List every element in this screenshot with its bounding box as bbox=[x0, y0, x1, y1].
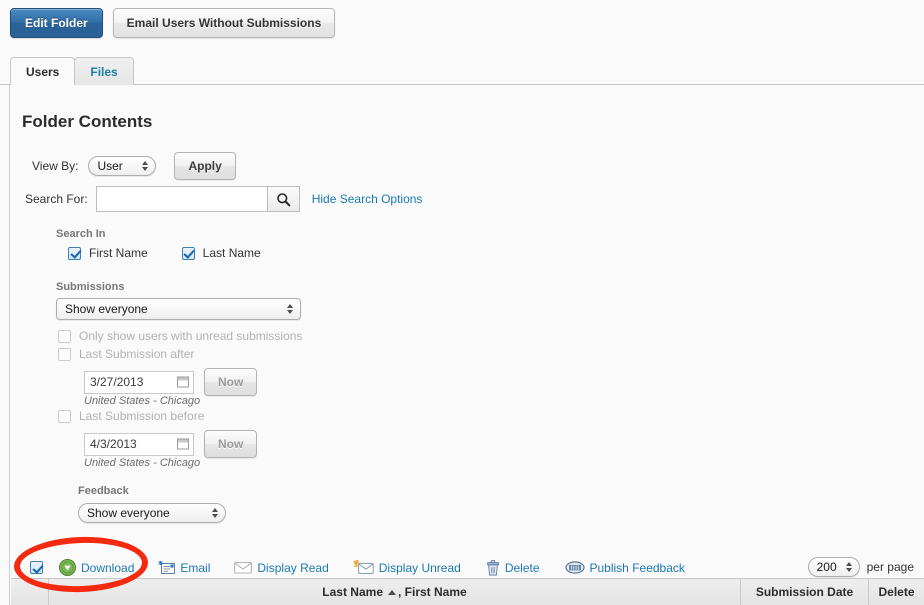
column-header-name[interactable]: Last Name , First Name bbox=[48, 579, 740, 605]
delete-action[interactable]: Delete bbox=[486, 559, 540, 576]
download-action[interactable]: Download bbox=[59, 559, 134, 576]
display-unread-label: Display Unread bbox=[378, 560, 461, 575]
email-users-without-submissions-button[interactable]: Email Users Without Submissions bbox=[112, 8, 336, 38]
search-icon bbox=[276, 192, 291, 206]
column-header-name-sort-label: Last Name bbox=[322, 585, 383, 599]
search-for-label: Search For: bbox=[25, 192, 88, 206]
submissions-select-row: Show everyone bbox=[56, 298, 301, 320]
submissions-select-value: Show everyone bbox=[65, 302, 148, 316]
delete-label: Delete bbox=[504, 560, 540, 575]
feedback-heading: Feedback bbox=[78, 485, 129, 497]
unread-submissions-label: Only show users with unread submissions bbox=[79, 329, 303, 343]
search-button[interactable] bbox=[267, 186, 300, 212]
view-by-select-value: User bbox=[97, 159, 123, 173]
last-submission-after-checkbox[interactable] bbox=[58, 347, 71, 361]
per-page-value: 200 bbox=[816, 560, 837, 574]
unread-only-row: Only show users with unread submissions bbox=[58, 329, 302, 343]
folder-contents-panel: Folder Contents View By: User Apply Sear… bbox=[9, 85, 924, 605]
submissions-heading-row: Submissions bbox=[56, 281, 124, 293]
before-timezone-label: United States - Chicago bbox=[84, 457, 201, 469]
calendar-icon[interactable] bbox=[177, 376, 189, 388]
search-row: Search For: Hide Search Options bbox=[25, 186, 422, 212]
search-in-options-row: First Name Last Name bbox=[68, 246, 261, 260]
top-action-bar: Edit Folder Email Users Without Submissi… bbox=[10, 8, 336, 38]
publish-feedback-label: Publish Feedback bbox=[589, 560, 685, 575]
feedback-heading-row: Feedback bbox=[78, 485, 129, 497]
stepper-arrows-icon bbox=[845, 562, 852, 572]
before-date-input[interactable]: 4/3/2013 bbox=[84, 432, 194, 456]
last-name-checkbox[interactable] bbox=[181, 246, 195, 260]
edit-folder-button[interactable]: Edit Folder bbox=[10, 8, 103, 38]
envelope-unread-icon bbox=[353, 560, 374, 574]
display-read-label: Display Read bbox=[257, 560, 329, 575]
hide-search-options-link[interactable]: Hide Search Options bbox=[312, 192, 423, 206]
search-in-heading: Search In bbox=[56, 228, 106, 240]
after-date-input[interactable]: 3/27/2013 bbox=[84, 370, 194, 394]
column-header-select bbox=[11, 579, 48, 605]
column-header-submission-date[interactable]: Submission Date bbox=[740, 579, 868, 605]
envelope-open-icon bbox=[234, 562, 253, 574]
page-title: Folder Contents bbox=[22, 112, 153, 131]
column-header-submission-date-label: Submission Date bbox=[755, 585, 854, 599]
search-in-heading-row: Search In bbox=[56, 228, 106, 240]
stepper-arrows-icon bbox=[212, 508, 218, 518]
apply-button[interactable]: Apply bbox=[174, 152, 236, 180]
publish-feedback-icon bbox=[564, 561, 585, 574]
stepper-arrows-icon bbox=[142, 161, 149, 171]
first-name-label: First Name bbox=[89, 246, 148, 260]
email-new-icon bbox=[158, 560, 176, 574]
feedback-select[interactable]: Show everyone bbox=[78, 503, 226, 523]
before-now-button[interactable]: Now bbox=[204, 430, 258, 458]
display-read-action[interactable]: Display Read bbox=[234, 560, 329, 575]
view-by-row: View By: User Apply bbox=[32, 152, 236, 180]
after-timezone-label: United States - Chicago bbox=[84, 395, 201, 407]
feedback-select-row: Show everyone bbox=[78, 503, 226, 523]
download-label: Download bbox=[81, 560, 135, 575]
last-submission-before-row: Last Submission before bbox=[58, 409, 204, 423]
unread-submissions-checkbox[interactable] bbox=[58, 329, 71, 343]
search-input[interactable] bbox=[95, 186, 268, 212]
publish-feedback-action[interactable]: Publish Feedback bbox=[564, 560, 685, 575]
tab-files[interactable]: Files bbox=[74, 57, 134, 85]
last-submission-before-checkbox[interactable] bbox=[58, 409, 71, 423]
submissions-select[interactable]: Show everyone bbox=[56, 298, 301, 320]
column-header-delete-label: Delete bbox=[878, 585, 915, 599]
after-now-button[interactable]: Now bbox=[204, 368, 258, 396]
calendar-icon[interactable] bbox=[177, 438, 189, 450]
per-page-control: 200 per page bbox=[807, 557, 914, 577]
select-all-checkbox[interactable] bbox=[30, 561, 43, 574]
last-submission-after-row: Last Submission after bbox=[58, 347, 194, 361]
view-by-select[interactable]: User bbox=[88, 156, 157, 176]
email-action[interactable]: Email bbox=[158, 560, 211, 575]
before-date-row: 4/3/2013 Now bbox=[84, 430, 258, 458]
display-unread-action[interactable]: Display Unread bbox=[353, 560, 461, 575]
feedback-select-value: Show everyone bbox=[87, 506, 170, 520]
last-submission-after-label: Last Submission after bbox=[79, 347, 195, 361]
last-name-label: Last Name bbox=[202, 246, 261, 260]
before-date-value: 4/3/2013 bbox=[90, 437, 137, 451]
results-table-header: Last Name , First Name Submission Date D… bbox=[11, 578, 924, 605]
column-header-name-rest: , First Name bbox=[398, 585, 467, 599]
email-label: Email bbox=[180, 560, 211, 575]
last-submission-before-label: Last Submission before bbox=[79, 409, 205, 423]
before-timezone-row: United States - Chicago bbox=[84, 457, 200, 469]
tab-bar: Users Files bbox=[10, 57, 134, 86]
after-timezone-row: United States - Chicago bbox=[84, 395, 200, 407]
after-date-value: 3/27/2013 bbox=[90, 375, 144, 389]
per-page-label: per page bbox=[866, 560, 914, 574]
after-date-row: 3/27/2013 Now bbox=[84, 368, 258, 396]
sort-ascending-icon bbox=[388, 589, 396, 595]
first-name-checkbox[interactable] bbox=[68, 246, 81, 260]
per-page-select[interactable]: 200 bbox=[807, 557, 860, 577]
trash-icon bbox=[486, 559, 499, 575]
submissions-heading: Submissions bbox=[56, 281, 125, 293]
tab-users[interactable]: Users bbox=[10, 57, 76, 86]
download-circle-icon bbox=[59, 559, 76, 576]
view-by-label: View By: bbox=[32, 159, 79, 173]
column-header-delete[interactable]: Delete bbox=[868, 579, 924, 605]
stepper-arrows-icon bbox=[287, 304, 293, 314]
